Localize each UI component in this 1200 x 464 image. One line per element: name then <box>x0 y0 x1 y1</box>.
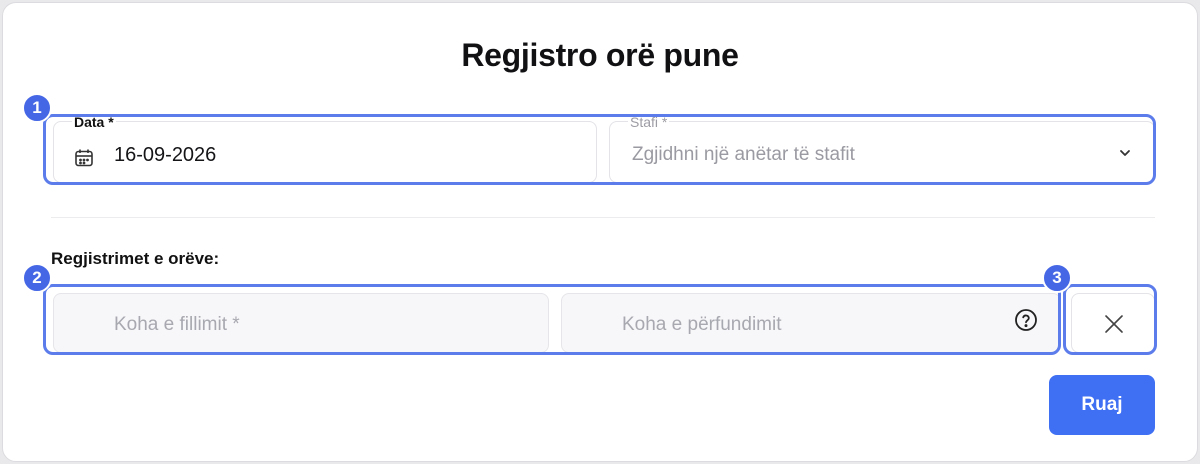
question-circle-icon[interactable] <box>1014 308 1038 332</box>
annotation-badge-3: 3 <box>1042 263 1072 293</box>
section-divider <box>51 217 1155 218</box>
staff-select-placeholder: Zgjidhni një anëtar të stafit <box>632 144 855 165</box>
time-entries-label: Regjistrimet e orëve: <box>51 249 220 268</box>
staff-select[interactable]: Stafi * Zgjidhni një anëtar të stafit <box>609 115 1155 183</box>
start-time-placeholder: Koha e fillimit * <box>114 314 240 335</box>
save-button[interactable]: Ruaj <box>1049 375 1155 435</box>
date-field-label: Data * <box>72 114 116 130</box>
log-hours-dialog: Regjistro orë pune Data * 16-09-2026 Sta… <box>2 2 1198 462</box>
annotation-badge-2: 2 <box>22 263 52 293</box>
chevron-down-icon[interactable] <box>1118 146 1132 160</box>
end-time-input[interactable]: Koha e përfundimit <box>561 293 1061 353</box>
staff-field-label: Stafi * <box>628 114 670 130</box>
start-time-input[interactable]: Koha e fillimit * <box>53 293 549 353</box>
calendar-icon[interactable] <box>74 148 94 168</box>
dialog-title: Regjistro orë pune <box>461 37 739 73</box>
remove-entry-button[interactable] <box>1071 293 1155 353</box>
close-icon <box>1105 315 1123 333</box>
annotation-badge-1: 1 <box>22 93 52 123</box>
date-field[interactable]: Data * 16-09-2026 <box>53 115 597 183</box>
end-time-placeholder: Koha e përfundimit <box>622 314 782 335</box>
date-value: 16-09-2026 <box>114 144 217 166</box>
